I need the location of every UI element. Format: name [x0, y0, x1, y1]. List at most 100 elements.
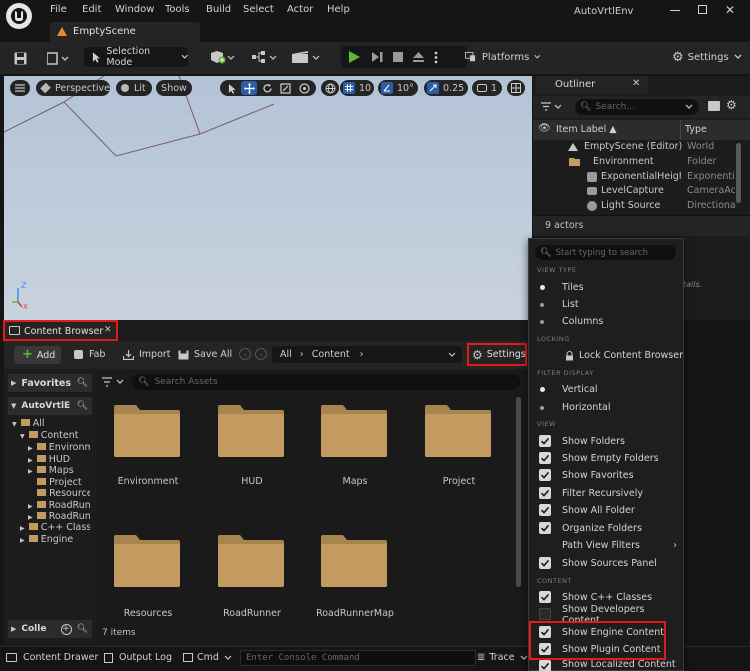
folder-tile[interactable]: [423, 403, 495, 467]
menu-item-show-favorites[interactable]: Show Favorites: [528, 467, 683, 484]
add-collection-icon[interactable]: +: [60, 623, 72, 635]
folder-tile[interactable]: [216, 533, 288, 597]
menu-item-tiles[interactable]: Tiles: [528, 279, 683, 296]
search-icon[interactable]: 🔍︎: [77, 624, 88, 634]
world-local-icon[interactable]: [321, 80, 339, 96]
outliner-scrollbar[interactable]: [736, 143, 741, 203]
menu-item-show-sources-panel[interactable]: Show Sources Panel: [528, 555, 683, 572]
menu-item-path-view-filters[interactable]: Path View Filters ›: [528, 537, 683, 554]
checkbox-checked-icon[interactable]: [539, 435, 551, 447]
checkbox-checked-icon[interactable]: [539, 504, 551, 516]
menu-item-organize-folders[interactable]: Organize Folders: [528, 520, 683, 537]
menu-actor[interactable]: Actor: [287, 4, 313, 15]
tree-item-roadrunner[interactable]: ▶ RoadRunn: [28, 500, 90, 511]
close-window-icon[interactable]: ✕: [725, 3, 735, 17]
tree-item-roadrunnermap[interactable]: ▶ RoadRunn: [28, 511, 90, 522]
maximize-icon[interactable]: [698, 5, 707, 14]
perspective-button[interactable]: Perspective: [36, 80, 110, 96]
table-row[interactable]: Environment Folder: [533, 155, 733, 169]
menu-item-show-empty-folders[interactable]: Show Empty Folders: [528, 450, 683, 467]
layout-icon[interactable]: [507, 80, 525, 96]
checkbox-checked-icon[interactable]: [539, 626, 551, 638]
lit-button[interactable]: Lit: [116, 80, 152, 96]
play-icon[interactable]: [346, 49, 362, 65]
history-back-icon[interactable]: ‹: [239, 348, 251, 360]
menu-item-show-folders[interactable]: Show Folders: [528, 433, 683, 450]
menu-item-show-engine-content[interactable]: Show Engine Content: [528, 624, 683, 641]
checkbox-checked-icon[interactable]: [539, 469, 551, 481]
menu-item-list[interactable]: List: [528, 296, 683, 313]
scale-icon[interactable]: [277, 81, 293, 95]
menu-item-show-plugin-content[interactable]: Show Plugin Content: [528, 641, 683, 658]
content-browser-close-icon[interactable]: ✕: [104, 325, 112, 335]
cinematics-icon[interactable]: [290, 49, 322, 65]
scale-snap-button[interactable]: 0.25: [424, 80, 468, 96]
checkbox-checked-icon[interactable]: [539, 591, 551, 603]
folder-tile[interactable]: [319, 533, 391, 597]
checkbox-checked-icon[interactable]: [539, 643, 551, 655]
rotation-snap-button[interactable]: 10°: [378, 80, 418, 96]
add-actor-icon[interactable]: [208, 49, 238, 65]
surface-snap-icon[interactable]: [296, 81, 312, 95]
select-cursor-icon[interactable]: [224, 81, 240, 95]
tree-item-cpp-classes[interactable]: ▶ C++ Classe: [20, 522, 90, 533]
add-button[interactable]: + Add: [14, 346, 61, 364]
play-options-icon[interactable]: [429, 49, 443, 65]
tree-item-resources[interactable]: Resource: [28, 488, 90, 499]
menu-item-filter-recursively[interactable]: Filter Recursively: [528, 485, 683, 502]
tree-item-all[interactable]: ▼ All: [12, 418, 90, 429]
save-all-button[interactable]: Save All: [178, 349, 232, 360]
stop-icon[interactable]: [390, 49, 406, 65]
menu-file[interactable]: File: [50, 4, 67, 15]
asset-filter-icon[interactable]: [102, 377, 126, 387]
eject-icon[interactable]: [410, 49, 426, 65]
menu-tools[interactable]: Tools: [165, 4, 190, 15]
checkbox-unchecked-icon[interactable]: [539, 608, 551, 620]
tree-item-maps[interactable]: ▶ Maps: [28, 465, 90, 476]
camera-speed-button[interactable]: 1: [472, 80, 502, 96]
outliner-close-icon[interactable]: ✕: [632, 78, 640, 89]
menu-select[interactable]: Select: [243, 4, 274, 15]
outliner-col-type[interactable]: Type: [685, 124, 707, 135]
tree-item-hud[interactable]: ▶ HUD: [28, 454, 90, 465]
fab-button[interactable]: Fab: [74, 349, 105, 360]
menu-help[interactable]: Help: [327, 4, 350, 15]
viewport[interactable]: [4, 76, 532, 320]
favorites-header[interactable]: ▶ Favorites 🔍︎: [8, 374, 92, 392]
settings-toolbar-button[interactable]: ⚙ Settings: [672, 49, 748, 65]
tree-item-content[interactable]: ▼ Content: [20, 430, 90, 441]
table-row[interactable]: EmptyScene (Editor) World: [533, 140, 733, 154]
skip-forward-icon[interactable]: [369, 49, 385, 65]
folder-tile[interactable]: [216, 403, 288, 467]
table-row[interactable]: Light Source Directional: [533, 199, 735, 213]
menu-edit[interactable]: Edit: [82, 4, 101, 15]
asset-scrollbar[interactable]: [516, 397, 521, 587]
tree-item-project[interactable]: Project: [28, 477, 90, 488]
search-icon[interactable]: 🔍︎: [77, 378, 88, 388]
rotate-icon[interactable]: [259, 81, 275, 95]
outliner-search-box[interactable]: 🔍︎ Search...: [575, 99, 699, 115]
checkbox-checked-icon[interactable]: [539, 487, 551, 499]
content-drawer-button[interactable]: Content Drawer: [6, 652, 98, 663]
table-row[interactable]: ExponentialHeightF Exponentia: [533, 170, 735, 184]
folder-tile[interactable]: [112, 403, 184, 467]
checkbox-checked-icon[interactable]: [539, 522, 551, 534]
project-header[interactable]: ▼ AutoVrtlE 🔍︎: [8, 397, 92, 415]
menu-item-show-developers-content[interactable]: Show Developers Content: [528, 604, 683, 626]
checkbox-checked-icon[interactable]: [539, 660, 551, 671]
search-icon[interactable]: 🔍︎: [77, 401, 88, 411]
outliner-filter-icon[interactable]: [541, 102, 563, 111]
eye-icon[interactable]: 👁︎: [538, 123, 551, 134]
menu-item-columns[interactable]: Columns: [528, 313, 683, 330]
save-icon[interactable]: [12, 50, 28, 66]
minimize-icon[interactable]: [670, 10, 680, 11]
outliner-settings-icon[interactable]: ⚙: [726, 98, 737, 112]
dropdown-search-box[interactable]: 🔍︎ Start typing to search: [535, 245, 676, 260]
viewport-menu-button[interactable]: [10, 80, 30, 96]
trace-button[interactable]: ≣ Trace: [477, 652, 528, 663]
import-button[interactable]: Import: [123, 349, 171, 360]
asset-search-box[interactable]: 🔍︎ Search Assets: [132, 374, 520, 390]
checkbox-checked-icon[interactable]: [539, 557, 551, 569]
menu-item-show-localized-content[interactable]: Show Localized Content: [528, 658, 683, 671]
move-icon[interactable]: [241, 81, 257, 95]
